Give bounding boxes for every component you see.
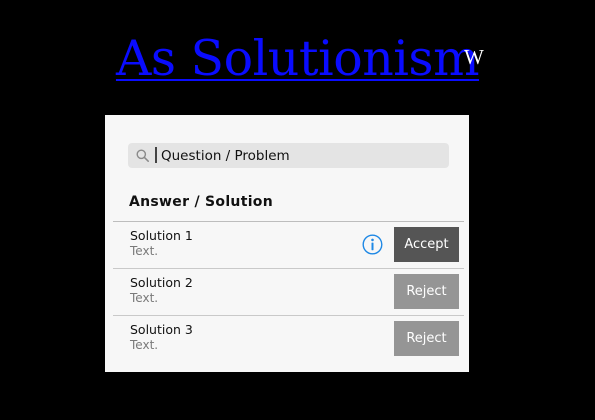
solution-subtitle: Text. bbox=[130, 291, 159, 305]
solution-row-3: Solution 3 Text. Reject bbox=[113, 316, 464, 362]
reject-button[interactable]: Reject bbox=[394, 274, 459, 309]
solution-title: Solution 3 bbox=[130, 322, 193, 337]
reject-button[interactable]: Reject bbox=[394, 321, 459, 356]
search-input[interactable] bbox=[161, 143, 441, 168]
text-cursor bbox=[155, 147, 157, 163]
answers-header: Answer / Solution bbox=[129, 194, 273, 210]
search-bar[interactable] bbox=[128, 143, 449, 168]
solution-title: Solution 2 bbox=[130, 275, 193, 290]
solution-subtitle: Text. bbox=[130, 244, 159, 258]
wiki-mark: W bbox=[464, 45, 484, 69]
solution-row-2: Solution 2 Text. Reject bbox=[113, 269, 464, 316]
solution-subtitle: Text. bbox=[130, 338, 159, 352]
info-icon[interactable] bbox=[362, 234, 383, 255]
app-title-container: As Solutionism bbox=[0, 34, 595, 83]
solution-row-1: Solution 1 Text. Accept bbox=[113, 222, 464, 269]
search-icon bbox=[136, 149, 149, 162]
app-title-link[interactable]: As Solutionism bbox=[116, 34, 480, 83]
solutions-list: Solution 1 Text. Accept Solution 2 Text.… bbox=[113, 221, 464, 362]
accept-button[interactable]: Accept bbox=[394, 227, 459, 262]
solutions-panel: Answer / Solution Solution 1 Text. Accep… bbox=[105, 115, 469, 372]
solution-title: Solution 1 bbox=[130, 228, 193, 243]
